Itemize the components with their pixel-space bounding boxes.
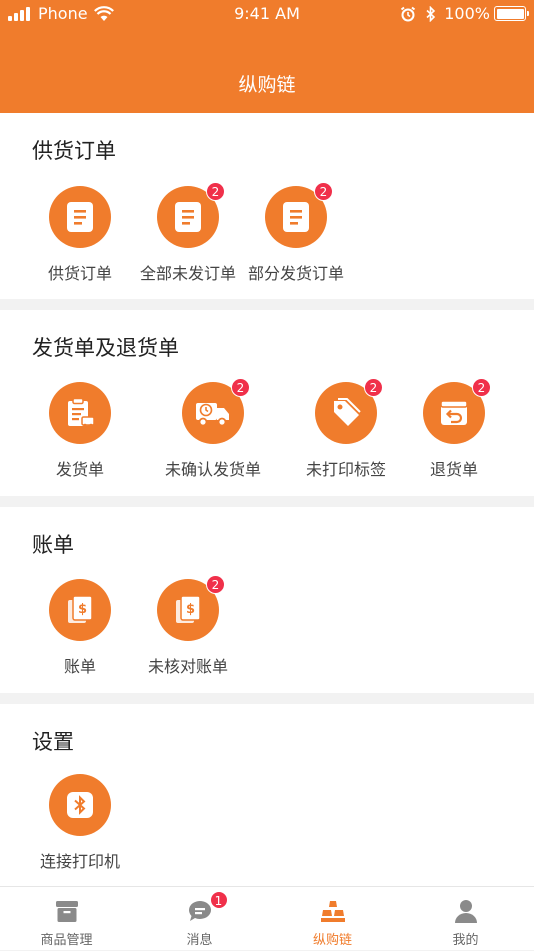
document-icon (283, 202, 309, 232)
page-title: 纵购链 (238, 74, 296, 96)
item-label: 发货单 (55, 460, 104, 479)
count-badge: 2 (364, 378, 383, 397)
section-title: 供货订单 (32, 139, 116, 163)
item-partial-shipped-orders[interactable]: 2 部分发货订单 (236, 182, 356, 284)
section-shipping-returns: 发货单及退货单 发货单 2 未确认发货单 2 未打印标签 2 退货单 (0, 310, 534, 496)
section-title: 发货单及退货单 (32, 336, 179, 360)
tag-icon (334, 398, 361, 426)
item-label: 未打印标签 (305, 460, 386, 479)
icon-circle: 2 (157, 182, 225, 248)
person-icon (452, 897, 480, 925)
item-label: 连接打印机 (39, 852, 120, 871)
count-badge: 2 (231, 378, 250, 397)
section-supply-orders: 供货订单 供货订单 2 全部未发订单 2 部分发货订单 (0, 113, 534, 299)
item-label: 账单 (63, 657, 96, 676)
item-connect-printer[interactable]: 连接打印机 (20, 774, 140, 872)
icon-circle: 2 (182, 378, 250, 444)
item-supply-orders[interactable]: 供货订单 (20, 186, 140, 284)
chat-icon: 1 (186, 891, 228, 925)
item-unreconciled-bills[interactable]: $ 2 未核对账单 (128, 575, 248, 677)
icon-circle (49, 382, 111, 444)
count-badge: 2 (206, 182, 225, 201)
bluetooth-icon (426, 5, 436, 22)
icon-circle (49, 774, 111, 836)
section-title: 设置 (32, 730, 74, 754)
count-badge: 2 (314, 182, 333, 201)
delivery-truck-icon (196, 403, 229, 427)
svg-text:$: $ (186, 602, 195, 617)
tab-label: 我的 (452, 933, 479, 948)
icon-circle: $ 2 (157, 575, 225, 641)
item-label: 未核对账单 (147, 657, 228, 676)
item-return-notes[interactable]: 2 退货单 (394, 378, 514, 480)
tab-zonggoulian[interactable]: 纵购链 (266, 887, 399, 951)
tab-product-management[interactable]: 商品管理 (0, 887, 133, 951)
svg-text:$: $ (78, 602, 87, 617)
bill-icon: $ (176, 595, 201, 623)
clipboard-truck-icon (68, 397, 95, 428)
return-icon (440, 400, 468, 425)
item-label: 退货单 (429, 460, 478, 479)
status-bar: Phone 9:41 AM 100% (0, 0, 534, 28)
bluetooth-icon (67, 792, 93, 818)
stack-icon (319, 897, 347, 925)
icon-circle: $ (49, 579, 111, 641)
item-label: 供货订单 (47, 264, 112, 283)
document-icon (175, 202, 201, 232)
count-badge: 2 (472, 378, 491, 397)
item-shipping-notes[interactable]: 发货单 (20, 382, 140, 480)
item-bills[interactable]: $ 账单 (20, 579, 140, 677)
box-icon (53, 897, 81, 925)
alarm-icon (401, 6, 416, 21)
app-header: Phone 9:41 AM 100% 纵购链 (0, 0, 534, 113)
tab-label: 纵购链 (312, 933, 352, 948)
tab-label: 消息 (186, 933, 213, 948)
section-settings: 设置 连接打印机 (0, 704, 534, 886)
icon-circle: 2 (315, 378, 383, 444)
message-badge: 1 (209, 891, 228, 909)
item-unprinted-labels[interactable]: 2 未打印标签 (286, 378, 406, 480)
bill-icon: $ (68, 595, 93, 623)
item-label: 部分发货订单 (247, 264, 344, 283)
item-unconfirmed-shipping[interactable]: 2 未确认发货单 (153, 378, 273, 480)
section-bills: 账单 $ 账单 $ 2 未核对账单 (0, 507, 534, 693)
tab-messages[interactable]: 1 消息 (133, 887, 266, 951)
tab-label: 商品管理 (40, 933, 93, 948)
count-badge: 2 (206, 575, 225, 594)
tab-mine[interactable]: 我的 (399, 887, 532, 951)
bottom-tabbar: 商品管理 1 消息 纵购链 我的 (0, 886, 534, 950)
battery-percent: 100% (444, 4, 490, 23)
battery-icon (494, 6, 529, 21)
item-label: 全部未发订单 (139, 264, 236, 283)
icon-circle: 2 (423, 378, 491, 444)
icon-circle (49, 186, 111, 248)
icon-circle: 2 (265, 182, 333, 248)
item-label: 未确认发货单 (164, 460, 261, 479)
section-title: 账单 (32, 533, 74, 557)
document-icon (67, 202, 93, 232)
status-right: 100% (400, 4, 529, 23)
item-all-unshipped-orders[interactable]: 2 全部未发订单 (128, 182, 248, 284)
